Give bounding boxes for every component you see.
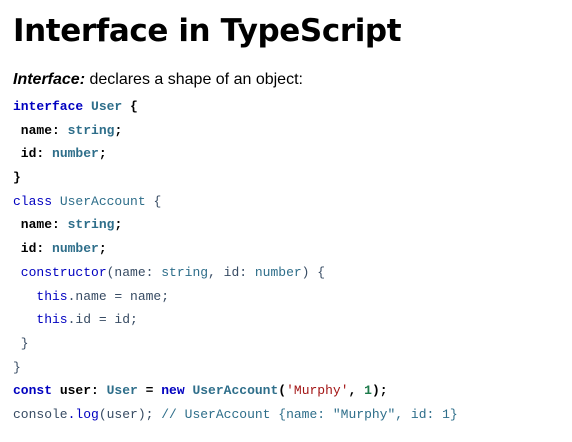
code-keyword: new [161, 383, 185, 399]
code-punct: ; [114, 122, 123, 138]
code-line-3: id: number; [13, 142, 572, 166]
code-type: string [161, 264, 209, 280]
page-title: Interface in TypeScript [13, 13, 402, 49]
code-line-11: } [13, 332, 572, 356]
code-block: interface User { name: string; id: numbe… [13, 95, 572, 427]
code-type: User [106, 383, 138, 399]
code-comment: // UserAccount {name: "Murphy", id: 1} [161, 406, 458, 422]
code-line-8: constructor(name: string, id: number) { [13, 261, 572, 285]
code-line-12: } [13, 356, 572, 380]
code-text: .name = name; [67, 288, 170, 304]
code-text: ) { [301, 264, 326, 280]
code-punct: ; [98, 241, 107, 257]
code-function: constructor [13, 264, 107, 280]
code-punct: { [122, 99, 138, 114]
description: Interface: declares a shape of an object… [13, 70, 572, 90]
code-keyword: interface [13, 99, 84, 114]
code-punct: } [13, 359, 21, 375]
code-text: (name: [106, 264, 162, 280]
code-text: , [348, 383, 365, 399]
code-type: number [52, 241, 99, 257]
code-type: string [67, 217, 115, 233]
code-keyword: const [13, 383, 53, 399]
code-text: ( [278, 383, 287, 399]
code-identifier: console [13, 406, 68, 422]
code-keyword: class [13, 193, 53, 209]
code-line-9: this.name = name; [13, 285, 572, 309]
code-line-4: } [13, 166, 572, 190]
code-keyword: this [13, 288, 68, 304]
code-punct: { [145, 193, 162, 209]
code-keyword: this [13, 312, 68, 328]
code-identifier: UserAccount [184, 383, 279, 399]
code-text: , id: [208, 264, 255, 280]
code-line-14: console.log(user); // UserAccount {name:… [13, 403, 572, 427]
code-property: name: [13, 217, 60, 233]
code-property: id: [13, 146, 45, 162]
code-text: = [137, 383, 162, 399]
code-type: string [67, 122, 115, 138]
code-text: (user); [98, 406, 162, 422]
code-property: id: [13, 241, 45, 257]
description-term: Interface: [13, 71, 86, 88]
code-line-6: name: string; [13, 213, 572, 237]
code-number: 1 [364, 383, 372, 399]
code-line-10: this.id = id; [13, 308, 572, 332]
code-property: name: [13, 122, 60, 138]
code-text: user: [52, 383, 107, 399]
code-punct: ; [114, 217, 123, 233]
code-line-2: name: string; [13, 119, 572, 143]
slide: Interface in TypeScript Interface: decla… [0, 0, 572, 442]
code-function: .log [67, 406, 99, 422]
code-line-5: class UserAccount { [13, 190, 572, 214]
code-punct: } [13, 170, 21, 186]
code-line-13: const user: User = new UserAccount('Murp… [13, 379, 572, 403]
code-string: 'Murphy' [286, 383, 349, 399]
description-text: declares a shape of an object: [85, 71, 303, 88]
code-type: number [52, 146, 99, 162]
code-type: number [254, 264, 302, 280]
code-line-1: interface User { [13, 95, 572, 119]
code-identifier: UserAccount [59, 193, 146, 209]
code-punct: ; [98, 146, 107, 162]
code-text: .id = id; [67, 312, 138, 328]
code-punct: } [13, 335, 29, 351]
code-line-7: id: number; [13, 237, 572, 261]
code-identifier: User [91, 99, 123, 114]
code-text: ); [371, 383, 388, 399]
